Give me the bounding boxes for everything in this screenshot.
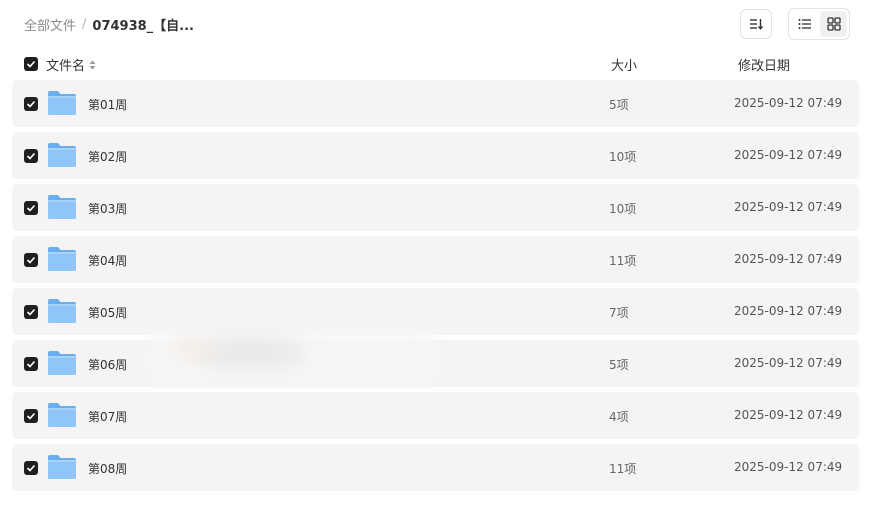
file-name[interactable]: 第07周 [88,408,127,425]
column-header-name-label: 文件名 [46,59,86,74]
column-header-name[interactable]: 文件名 [46,55,96,74]
file-list: 第01周 5项 2025-09-12 07:49 第02周 10项 2025-0… [12,80,859,496]
checkmark-icon [26,152,36,160]
row-checkbox[interactable] [24,357,38,371]
file-size: 4项 [609,410,629,424]
file-name[interactable]: 第06周 [88,356,127,373]
file-size: 11项 [609,254,637,268]
checkmark-icon [26,204,36,212]
column-header-size: 大小 [611,59,638,74]
folder-icon [48,247,76,271]
table-header: 文件名 大小 修改日期 [0,52,874,76]
sort-icon [750,19,763,30]
file-date: 2025-09-12 07:49 [734,252,843,266]
file-name[interactable]: 第04周 [88,252,127,269]
folder-icon [48,403,76,427]
table-row[interactable]: 第05周 7项 2025-09-12 07:49 [12,288,859,335]
file-date: 2025-09-12 07:49 [734,200,843,214]
file-date: 2025-09-12 07:49 [734,408,843,422]
row-checkbox[interactable] [24,97,38,111]
file-name[interactable]: 第05周 [88,304,127,321]
table-row[interactable]: 第02周 10项 2025-09-12 07:49 [12,132,859,179]
sort-button[interactable] [740,9,772,39]
list-view-button[interactable] [791,11,818,37]
column-header-date: 修改日期 [738,59,791,74]
grid-view-icon [826,17,841,31]
table-row[interactable]: 第07周 4项 2025-09-12 07:49 [12,392,859,439]
breadcrumb-root-link[interactable]: 全部文件 [24,15,76,34]
table-row[interactable]: 第04周 11项 2025-09-12 07:49 [12,236,859,283]
file-name[interactable]: 第01周 [88,96,127,113]
folder-icon [48,299,76,323]
folder-icon [48,195,76,219]
file-name[interactable]: 第08周 [88,460,127,477]
table-row[interactable]: 第03周 10项 2025-09-12 07:49 [12,184,859,231]
row-checkbox[interactable] [24,461,38,475]
file-date: 2025-09-12 07:49 [734,356,843,370]
sort-toggle-icon [89,60,96,69]
folder-icon [48,91,76,115]
list-view-icon [798,19,811,29]
row-checkbox[interactable] [24,305,38,319]
top-bar: 全部文件 / 074938_【自... [0,0,874,50]
row-checkbox[interactable] [24,409,38,423]
grid-view-button[interactable] [820,11,847,37]
file-date: 2025-09-12 07:49 [734,304,843,318]
file-size: 7项 [609,306,629,320]
table-row[interactable]: 第08周 11项 2025-09-12 07:49 [12,444,859,491]
file-size: 5项 [609,358,629,372]
file-size: 10项 [609,202,637,216]
checkmark-icon [26,256,36,264]
checkmark-icon [26,100,36,108]
select-all-checkbox[interactable] [24,57,38,71]
row-checkbox[interactable] [24,201,38,215]
folder-icon [48,351,76,375]
file-name[interactable]: 第03周 [88,200,127,217]
file-date: 2025-09-12 07:49 [734,460,843,474]
row-checkbox[interactable] [24,253,38,267]
checkmark-icon [26,464,36,472]
file-size: 5项 [609,98,629,112]
file-size: 10项 [609,150,637,164]
folder-icon [48,455,76,479]
table-row[interactable]: 第06周 5项 2025-09-12 07:49 [12,340,859,387]
file-size: 11项 [609,462,637,476]
breadcrumb-current-folder: 074938_【自... [92,19,194,34]
checkmark-icon [26,308,36,316]
view-toggle-group [788,8,850,40]
checkmark-icon [26,60,36,68]
breadcrumb: 全部文件 / 074938_【自... [24,15,194,34]
checkmark-icon [26,360,36,368]
checkmark-icon [26,412,36,420]
row-checkbox[interactable] [24,149,38,163]
folder-icon [48,143,76,167]
file-date: 2025-09-12 07:49 [734,96,843,110]
file-name[interactable]: 第02周 [88,148,127,165]
file-date: 2025-09-12 07:49 [734,148,843,162]
breadcrumb-separator: / [82,17,87,32]
table-row[interactable]: 第01周 5项 2025-09-12 07:49 [12,80,859,127]
